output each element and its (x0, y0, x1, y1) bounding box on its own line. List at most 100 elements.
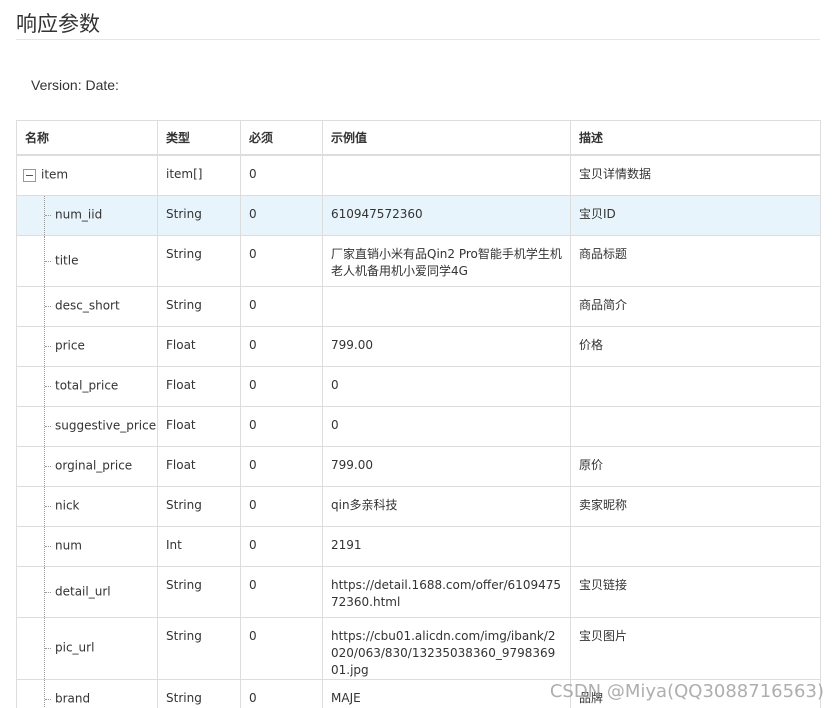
watermark: CSDN @Miya(QQ3088716563) (549, 681, 824, 702)
param-type: String (157, 485, 241, 527)
param-required: 0 (240, 194, 323, 236)
table-row[interactable]: desc_short String 0 商品简介 (16, 285, 821, 327)
name-cell: detail_url (16, 565, 158, 618)
param-name: brand (55, 691, 91, 706)
tree-branch (45, 591, 51, 593)
param-example: 2191 (322, 525, 571, 567)
param-name: num (55, 538, 82, 553)
param-required: 0 (240, 285, 323, 327)
param-example: 0 (322, 365, 571, 407)
param-type: String (157, 285, 241, 327)
param-required: 0 (240, 154, 323, 196)
param-type: Float (157, 365, 241, 407)
version-line: Version: Date: (31, 77, 119, 93)
table-row[interactable]: nick String 0 qin多亲科技 卖家昵称 (16, 485, 821, 527)
name-cell: price (16, 325, 158, 367)
name-cell: title (16, 234, 158, 287)
name-cell: num_iid (16, 194, 158, 236)
param-type: String (157, 194, 241, 236)
param-example: 厂家直销小米有品Qin2 Pro智能手机学生机老人机备用机小爱同学4G (322, 234, 571, 287)
param-name: total_price (55, 378, 119, 393)
header-example: 示例值 (322, 120, 571, 156)
tree-branch (45, 466, 51, 467)
param-description: 宝贝链接 (570, 565, 821, 618)
param-name: title (55, 253, 79, 267)
header-description: 描述 (570, 120, 821, 156)
param-description (570, 365, 821, 407)
page: 响应参数 Version: Date: 名称 类型 必须 示例值 描述 item (0, 0, 838, 708)
name-cell: orginal_price (16, 445, 158, 487)
param-example: 0 (322, 405, 571, 447)
param-type: String (157, 234, 241, 287)
table-row[interactable]: orginal_price Float 0 799.00 原价 (16, 445, 821, 487)
name-cell: nick (16, 485, 158, 527)
param-required: 0 (240, 365, 323, 407)
param-type: item[] (157, 154, 241, 196)
param-type: Float (157, 445, 241, 487)
param-example: 610947572360 (322, 194, 571, 236)
param-type: Int (157, 525, 241, 567)
name-cell: item (16, 154, 158, 196)
param-description: 价格 (570, 325, 821, 367)
table-row[interactable]: total_price Float 0 0 (16, 365, 821, 407)
param-name: price (55, 338, 85, 353)
param-example: 799.00 (322, 445, 571, 487)
param-type: Float (157, 325, 241, 367)
param-required: 0 (240, 325, 323, 367)
param-name: nick (55, 498, 80, 513)
param-required: 0 (240, 565, 323, 618)
collapse-minus-icon[interactable] (23, 169, 36, 183)
param-required: 0 (240, 525, 323, 567)
param-example (322, 154, 571, 196)
tree-branch (45, 260, 51, 262)
table-row[interactable]: num_iid String 0 610947572360 宝贝ID (16, 194, 821, 236)
table-row[interactable]: detail_url String 0 https://detail.1688.… (16, 565, 821, 618)
param-description: 宝贝详情数据 (570, 154, 821, 196)
table-row-root[interactable]: item item[] 0 宝贝详情数据 (16, 154, 821, 196)
param-required: 0 (240, 234, 323, 287)
param-example: https://detail.1688.com/offer/6109475723… (322, 565, 571, 618)
param-example: 799.00 (322, 325, 571, 367)
table-row[interactable]: pic_url String 0 https://cbu01.alicdn.co… (16, 616, 821, 680)
response-params-table: 名称 类型 必须 示例值 描述 item item[] 0 宝贝详情数据 num… (16, 120, 821, 708)
name-cell: pic_url (16, 616, 158, 680)
tree-branch (45, 648, 51, 649)
param-name: detail_url (55, 584, 111, 598)
param-description: 宝贝ID (570, 194, 821, 236)
param-type: Float (157, 405, 241, 447)
param-type: String (157, 565, 241, 618)
param-description: 原价 (570, 445, 821, 487)
param-name: pic_url (55, 640, 95, 655)
tree-branch (45, 426, 51, 427)
name-cell: num (16, 525, 158, 567)
param-description: 商品简介 (570, 285, 821, 327)
section-title: 响应参数 (16, 12, 100, 36)
table-row[interactable]: num Int 0 2191 (16, 525, 821, 567)
tree-branch (45, 546, 51, 547)
param-required: 0 (240, 616, 323, 680)
table-row[interactable]: price Float 0 799.00 价格 (16, 325, 821, 367)
name-cell: brand (16, 678, 158, 708)
header-name: 名称 (16, 120, 158, 156)
title-divider (16, 39, 820, 40)
tree-branch (45, 699, 51, 700)
name-cell: total_price (16, 365, 158, 407)
table-row[interactable]: title String 0 厂家直销小米有品Qin2 Pro智能手机学生机老人… (16, 234, 821, 287)
param-required: 0 (240, 405, 323, 447)
param-type: String (157, 678, 241, 708)
name-cell: desc_short (16, 285, 158, 327)
table-row[interactable]: suggestive_price Float 0 0 (16, 405, 821, 447)
tree-branch (45, 215, 51, 216)
param-example (322, 285, 571, 327)
param-description (570, 525, 821, 567)
param-required: 0 (240, 485, 323, 527)
param-example: qin多亲科技 (322, 485, 571, 527)
name-cell: suggestive_price (16, 405, 158, 447)
header-required: 必须 (240, 120, 323, 156)
tree-branch (45, 386, 51, 387)
param-name: desc_short (55, 298, 120, 313)
param-name: suggestive_price (55, 418, 157, 433)
param-description: 商品标题 (570, 234, 821, 287)
tree-line (44, 679, 45, 708)
param-name: num_iid (55, 207, 103, 222)
